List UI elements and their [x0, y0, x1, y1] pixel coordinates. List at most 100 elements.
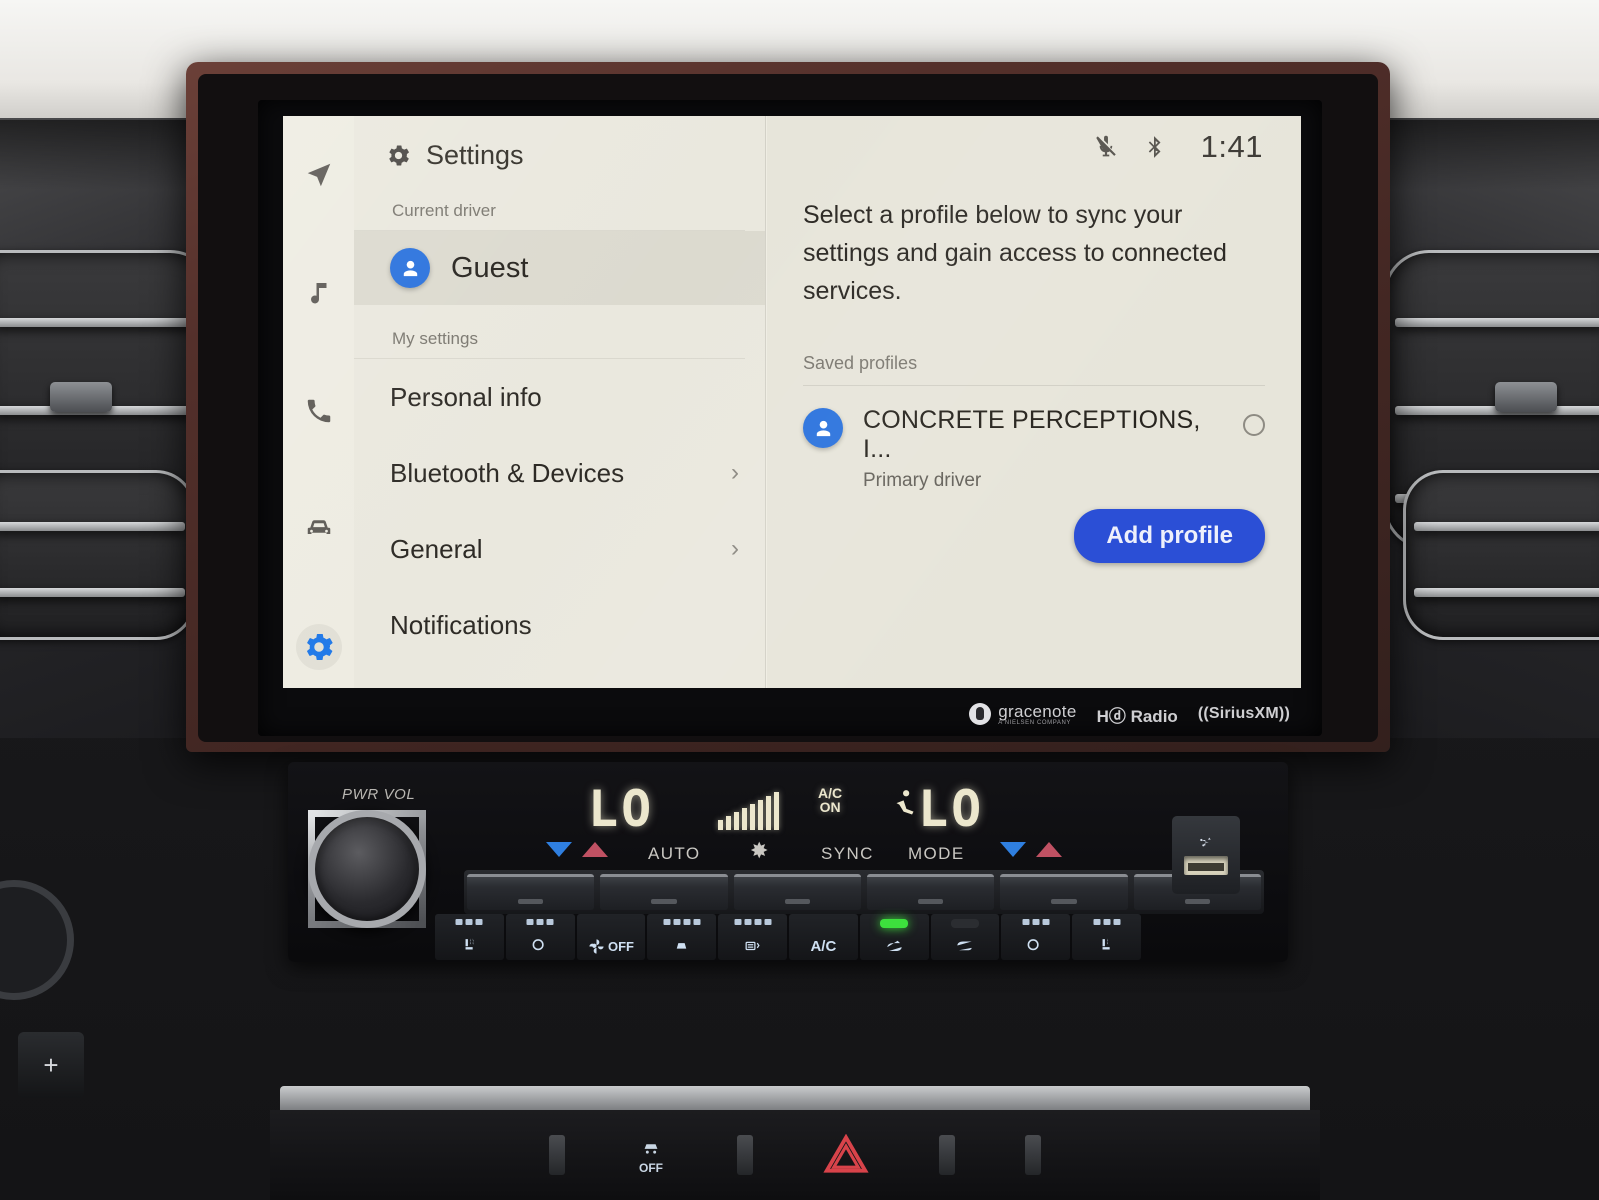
rear-defrost-button[interactable] [718, 914, 787, 960]
profile-panel[interactable]: 1:41 Select a profile below to sync your… [767, 116, 1301, 688]
navigation-icon[interactable] [296, 152, 342, 198]
seat-heat-icon [1102, 938, 1110, 950]
auto-label[interactable]: AUTO [648, 844, 701, 864]
on-label: ON [819, 799, 841, 815]
media-icon[interactable] [296, 270, 342, 316]
add-profile-button[interactable]: Add profile [1074, 509, 1265, 563]
seat-heater-right-button[interactable] [1072, 914, 1141, 960]
ac-button-label: A/C [810, 938, 837, 955]
vent-knob-right[interactable] [1494, 382, 1557, 413]
defrost-bars [734, 919, 772, 925]
slider-cell[interactable] [467, 874, 595, 910]
bluetooth-icon[interactable] [1141, 134, 1167, 160]
temp-down-icon[interactable] [546, 842, 572, 857]
current-driver-label: Current driver [354, 171, 745, 231]
temp-down-icon[interactable] [1000, 842, 1026, 857]
fresh-air-led [950, 919, 979, 928]
fan-speed-display [718, 784, 779, 830]
traction-control-icon [644, 1143, 658, 1154]
my-settings-label: My settings [354, 305, 745, 359]
gracenote-logo: gracenote A NIELSEN COMPANY [969, 703, 1076, 726]
menu-item-label: Bluetooth & Devices [390, 457, 625, 488]
profile-radio-button[interactable] [1243, 414, 1265, 436]
pwr-vol-label: PWR VOL [342, 786, 416, 803]
slider-cell[interactable] [1000, 874, 1128, 910]
fan-icon [589, 939, 604, 954]
current-driver-row[interactable]: Guest [354, 231, 765, 305]
seat-heater-left-button[interactable] [435, 914, 504, 960]
menu-item-general[interactable]: General › [354, 511, 765, 587]
hazard-triangle-icon[interactable] [823, 1133, 869, 1176]
status-bar: 1:41 [803, 116, 1265, 178]
menu-item-bluetooth-devices[interactable]: Bluetooth & Devices › [354, 435, 765, 511]
air-vent-left-lower[interactable] [0, 470, 196, 640]
app-rail[interactable] [283, 116, 354, 688]
saved-profile-row[interactable]: CONCRETE PERCEPTIONS, I... Primary drive… [803, 386, 1265, 492]
menu-item-notifications[interactable]: Notifications [354, 587, 765, 663]
front-defrost-icon [677, 938, 687, 949]
lower-console-buttons[interactable]: OFF [270, 1110, 1320, 1200]
climate-control-panel[interactable]: PWR VOL LO A/C ON LO AUTO ✸ SYNC MODE OF… [288, 762, 1288, 962]
mode-label[interactable]: MODE [908, 844, 965, 864]
menu-item-personal-info[interactable]: Personal info [354, 359, 765, 435]
fresh-air-button[interactable] [930, 914, 1000, 960]
heat-level-bars [1022, 919, 1050, 925]
driver-temperature-display: LO [588, 780, 655, 838]
wheel-heat-icon [1027, 939, 1039, 951]
menu-item-label: Personal info [390, 381, 542, 412]
console-button-right[interactable] [1025, 1135, 1041, 1175]
brand-bar: gracenote A NIELSEN COMPANY Hⓓ Radio ((S… [258, 690, 1322, 738]
steering-wheel-heater-button[interactable] [505, 914, 575, 960]
heat-level-bars [455, 919, 483, 925]
climate-button-row[interactable]: OFF A/C [434, 914, 1142, 960]
usb-icon [1200, 837, 1211, 847]
console-button-mid[interactable] [737, 1135, 753, 1175]
traction-control-label: OFF [639, 1160, 663, 1175]
off-label: OFF [607, 939, 634, 954]
recirc-icon [887, 940, 902, 952]
page-title: Settings [426, 140, 524, 170]
driver-temp-arrows[interactable] [546, 842, 608, 857]
slider-cell[interactable] [600, 874, 728, 910]
sync-label[interactable]: SYNC [821, 844, 874, 864]
air-vent-right-lower[interactable] [1403, 470, 1599, 640]
console-chrome-trim [280, 1086, 1310, 1110]
usb-slot [1184, 856, 1228, 875]
settings-list-panel[interactable]: Settings Current driver Guest My setting… [354, 116, 766, 688]
chevron-right-icon: › [731, 535, 739, 562]
rear-defrost-icon [745, 941, 760, 951]
front-defrost-button[interactable] [647, 914, 717, 960]
recirculate-button[interactable] [859, 914, 929, 960]
passenger-temp-arrows[interactable] [1000, 842, 1062, 857]
saved-profile-role: Primary driver [863, 470, 982, 491]
console-button-left[interactable] [549, 1135, 565, 1175]
power-volume-knob-ring [308, 810, 426, 928]
traction-control-button[interactable]: OFF [635, 1136, 667, 1175]
mic-muted-icon[interactable] [1093, 134, 1119, 160]
saved-profile-name: CONCRETE PERCEPTIONS, I... [863, 406, 1201, 463]
console-button-mid2[interactable] [939, 1135, 955, 1175]
ac-label: A/C [818, 785, 843, 801]
settings-icon[interactable] [295, 624, 342, 670]
left-plus-button[interactable]: + [18, 1032, 84, 1098]
ac-on-indicator: A/C ON [818, 786, 842, 814]
climate-slider-strip[interactable] [464, 870, 1264, 914]
current-driver-name: Guest [451, 251, 529, 284]
temp-up-icon[interactable] [582, 842, 608, 857]
slider-cell[interactable] [866, 874, 995, 910]
vehicle-icon[interactable] [296, 506, 342, 552]
wheel-heat-icon [532, 939, 544, 951]
fan-label[interactable]: ✸ [750, 838, 770, 864]
phone-icon[interactable] [296, 388, 342, 434]
chevron-right-icon: › [731, 459, 739, 486]
slider-cell[interactable] [733, 874, 861, 910]
temp-up-icon[interactable] [1036, 842, 1062, 857]
usb-port[interactable] [1172, 816, 1240, 894]
ac-button[interactable]: A/C [788, 914, 858, 960]
infotainment-screen[interactable]: Settings Current driver Guest My setting… [283, 116, 1301, 688]
vent-knob-left[interactable] [49, 382, 112, 413]
siriusxm-logo: ((SiriusXM)) [1197, 705, 1290, 722]
steering-wheel-heater-2-button[interactable] [1001, 914, 1071, 960]
saved-profile-text: CONCRETE PERCEPTIONS, I... Primary drive… [863, 406, 1223, 492]
climate-off-button[interactable]: OFF [576, 914, 646, 960]
